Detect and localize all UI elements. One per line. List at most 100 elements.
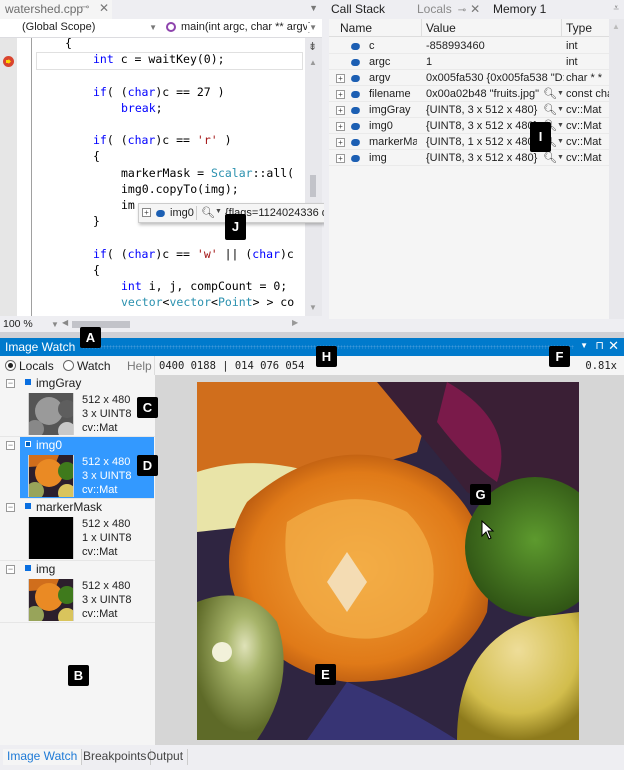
variable-type: char * * <box>566 72 603 84</box>
expand-icon[interactable]: + <box>336 154 345 163</box>
locals-row-argc[interactable]: argc 1 int <box>329 54 609 70</box>
tab-memory-1[interactable]: Memory 1 <box>488 0 551 19</box>
variable-name: img0 <box>369 120 393 132</box>
magnifier-icon[interactable]: 🔍︎ <box>201 206 215 219</box>
pin-icon[interactable]: ⊸ <box>458 5 466 16</box>
close-icon[interactable]: ✕ <box>99 1 109 15</box>
column-header-value[interactable]: Value <box>426 21 456 35</box>
pin-icon[interactable]: ⊓ <box>595 339 604 352</box>
expand-icon[interactable]: + <box>336 74 345 83</box>
tab-label: Locals <box>417 2 452 16</box>
collapse-icon[interactable]: − <box>6 503 15 512</box>
chevron-down-icon[interactable]: ▼ <box>557 154 564 161</box>
scope-dropdown[interactable]: (Global Scope) ▼ <box>0 19 160 38</box>
expand-icon[interactable]: + <box>336 138 345 147</box>
close-icon[interactable]: ✕ <box>608 338 619 354</box>
expand-icon[interactable]: + <box>142 208 151 217</box>
code-token: int <box>93 52 114 67</box>
locals-row-argv[interactable]: + argv 0x005fa530 {0x005fa538 "D:\ char * * <box>329 70 609 86</box>
code-token: { <box>93 262 100 277</box>
zoom-factor-readout: 0.81x <box>585 360 617 372</box>
magnifier-icon[interactable]: 🔍︎ <box>543 103 557 116</box>
locals-row-imgGray[interactable]: + imgGray {UINT8, 3 x 512 x 480} 🔍︎ ▼ cv::Mat <box>329 102 609 118</box>
locals-row-markerMask[interactable]: +markerMask{UINT8, 1 x 512 x 480}🔍︎▼cv::… <box>329 134 609 150</box>
code-token: 'w' <box>196 246 218 261</box>
code-token: || ( <box>217 246 253 261</box>
magnifier-icon[interactable]: 🔍︎ <box>543 151 557 164</box>
code-token: ; <box>155 100 163 115</box>
tab-overflow-icon[interactable]: ▼ <box>309 3 318 13</box>
zoom-level-dropdown[interactable]: 100 % ▼ <box>3 318 59 330</box>
expand-icon[interactable]: + <box>336 106 345 115</box>
scroll-right-icon[interactable]: ▶ <box>292 318 298 327</box>
breakpoint-gutter[interactable] <box>0 38 17 316</box>
collapse-icon[interactable]: − <box>6 441 15 450</box>
object-icon <box>350 121 361 133</box>
image-thumbnail[interactable] <box>26 579 76 626</box>
code-token: int <box>121 279 142 293</box>
locals-scrollbar[interactable]: ▲ <box>609 19 624 319</box>
column-header-type[interactable]: Type <box>566 21 592 35</box>
function-dropdown-value: main(int argc, char ** argv) <box>181 21 312 33</box>
radio-watch[interactable]: Watch <box>63 359 111 373</box>
chevron-down-icon[interactable]: ▼ <box>557 106 564 113</box>
function-dropdown[interactable]: main(int argc, char ** argv) ▼ <box>161 19 320 38</box>
close-icon[interactable]: ✕ <box>470 2 480 16</box>
column-divider[interactable] <box>421 19 422 37</box>
chevron-down-icon[interactable]: ▼ <box>557 138 564 145</box>
variable-name: img <box>369 152 387 164</box>
column-header-name[interactable]: Name <box>340 21 372 35</box>
image-type: cv::Mat <box>82 608 118 620</box>
window-menu-icon[interactable]: ▼ <box>580 341 588 350</box>
tab-watershed-cpp[interactable]: watershed.cpp ⊸ ✕ <box>0 0 112 19</box>
column-divider[interactable] <box>561 19 562 37</box>
vertical-scrollbar[interactable]: ⇟ ▲ ▼ <box>305 38 322 316</box>
scroll-up-icon[interactable]: ▲ <box>309 58 317 67</box>
current-statement-icon <box>3 56 14 67</box>
expand-icon[interactable]: + <box>336 122 345 131</box>
collapse-icon[interactable]: − <box>6 379 15 388</box>
scroll-left-icon[interactable]: ◀ <box>62 318 68 327</box>
chevron-down-icon[interactable]: ▼ <box>215 208 222 215</box>
magnifier-icon[interactable]: 🔍︎ <box>543 87 557 100</box>
tab-locals[interactable]: Locals ⊸ ✕ <box>412 0 486 19</box>
locals-row-c[interactable]: c -858993460 int <box>329 38 609 54</box>
tab-label: Call Stack <box>331 2 386 16</box>
image-thumbnail[interactable] <box>26 455 76 502</box>
tab-breakpoints[interactable]: Breakpoints <box>79 749 152 765</box>
mouse-cursor-icon <box>481 520 495 540</box>
expand-icon[interactable]: + <box>336 90 345 99</box>
image-viewer[interactable] <box>155 375 624 745</box>
code-token: } <box>93 214 100 229</box>
collapse-icon[interactable]: − <box>6 565 15 574</box>
tab-image-watch[interactable]: Image Watch <box>3 749 83 765</box>
tab-output[interactable]: Output <box>143 749 189 765</box>
editor-bottom-bar: 100 % ▼ ◀ ▶ <box>0 316 322 332</box>
image-display[interactable] <box>197 382 579 740</box>
chevron-down-icon[interactable]: ▼ <box>557 90 564 97</box>
radio-locals[interactable]: Locals <box>5 359 54 373</box>
tab-call-stack[interactable]: Call Stack <box>326 0 390 19</box>
image-thumbnail[interactable] <box>26 393 76 440</box>
code-line: { <box>93 263 100 279</box>
image-thumbnail[interactable] <box>28 517 74 559</box>
scrollbar-thumb[interactable] <box>310 175 316 197</box>
image-list-item-img0[interactable]: − img0 512 x 480 3 x UINT8 cv::Mat <box>6 437 154 502</box>
image-list-item-markerMask[interactable]: − markerMask 512 x 480 1 x UINT8 cv::Mat <box>0 499 155 561</box>
scroll-down-icon[interactable]: ▼ <box>309 303 317 312</box>
scroll-up-icon[interactable]: ▲ <box>612 22 620 31</box>
help-link[interactable]: Help <box>127 359 152 373</box>
variable-name: argc <box>369 56 391 68</box>
image-list-item-img[interactable]: − img 512 x 480 3 x UINT8 cv::Mat <box>0 561 155 626</box>
code-text-area[interactable]: {int c = waitKey(0); if( (char)c == 27 ) b… <box>17 38 305 316</box>
chevron-down-icon[interactable]: ▼ <box>557 122 564 129</box>
locals-row-filename[interactable]: + filename 0x00a02b48 "fruits.jpg" 🔍︎ ▼ const… <box>329 86 609 102</box>
locals-row-img[interactable]: + img {UINT8, 3 x 512 x 480} 🔍︎ ▼ cv::Mat <box>329 150 609 166</box>
variable-type: int <box>566 56 578 68</box>
pin-icon[interactable]: ⊸ <box>81 2 89 13</box>
tab-overflow-icon[interactable]: ⩡ <box>613 3 619 14</box>
locals-row-img0[interactable]: +img0{UINT8, 3 x 512 x 480}🔍︎▼cv::Mat <box>329 118 609 134</box>
image-list-item-imgGray[interactable]: − imgGray 512 x 480 3 x UINT8 cv::Mat <box>0 375 155 440</box>
code-line: vector<vector<Point> > co <box>121 295 294 311</box>
splitter-icon[interactable]: ⇟ <box>308 40 317 53</box>
